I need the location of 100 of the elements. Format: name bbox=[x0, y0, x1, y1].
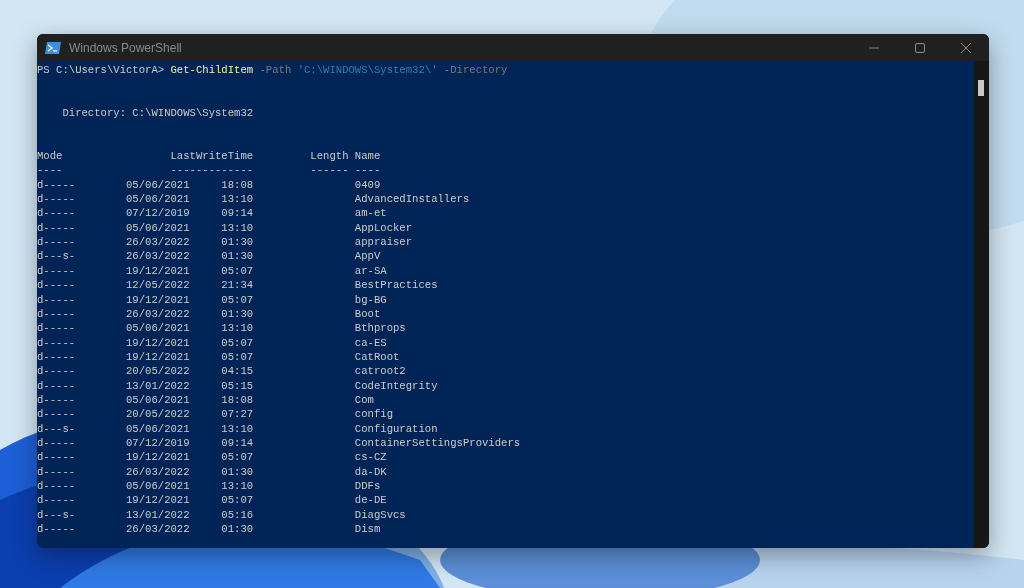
mode-cell: d----- bbox=[37, 379, 76, 392]
mode-cell: d----- bbox=[37, 350, 76, 363]
date-cell: 13/01/2022 bbox=[126, 379, 190, 392]
name-cell: 0409 bbox=[354, 178, 381, 191]
name-cell: Bthprops bbox=[354, 322, 406, 335]
mode-cell: d----- bbox=[37, 451, 76, 464]
time-cell: 01:30 bbox=[221, 523, 254, 535]
date-cell: 26/03/2022 bbox=[126, 307, 190, 320]
date-cell: 05/06/2021 bbox=[126, 193, 190, 206]
mode-cell: d----- bbox=[37, 322, 76, 335]
date-cell: 19/12/2021 bbox=[126, 293, 190, 306]
time-cell: 05:07 bbox=[221, 293, 254, 306]
name-cell: appraiser bbox=[354, 236, 413, 249]
header-rule: ------------- bbox=[170, 164, 254, 177]
scrollbar-thumb[interactable] bbox=[978, 80, 984, 96]
time-cell: 13:10 bbox=[221, 422, 254, 435]
time-cell: 13:10 bbox=[221, 322, 254, 335]
date-cell: 19/12/2021 bbox=[126, 350, 190, 363]
time-cell: 05:07 bbox=[221, 451, 254, 464]
time-cell: 01:30 bbox=[221, 465, 254, 478]
powershell-icon bbox=[45, 41, 61, 54]
time-cell: 01:30 bbox=[221, 250, 254, 263]
mode-cell: d----- bbox=[37, 236, 76, 249]
column-header: Mode bbox=[37, 150, 63, 163]
date-cell: 13/01/2022 bbox=[126, 508, 190, 521]
mode-cell: d----- bbox=[37, 408, 76, 421]
date-cell: 19/12/2021 bbox=[126, 264, 190, 277]
time-cell: 01:30 bbox=[221, 236, 254, 249]
column-header: LastWriteTime bbox=[170, 150, 254, 163]
time-cell: 07:27 bbox=[221, 408, 254, 421]
name-cell: AppLocker bbox=[354, 221, 413, 234]
prompt-text: PS C:\Users\VictorA> bbox=[37, 63, 165, 78]
name-cell: Boot bbox=[354, 307, 381, 320]
close-icon bbox=[961, 42, 971, 53]
mode-cell: d----- bbox=[37, 494, 76, 507]
mode-cell: d---s- bbox=[37, 422, 76, 435]
time-cell: 05:07 bbox=[221, 336, 254, 349]
name-cell: CatRoot bbox=[354, 350, 400, 363]
command-token: -Directory bbox=[443, 63, 508, 78]
mode-cell: d----- bbox=[37, 523, 76, 535]
date-cell: 12/05/2022 bbox=[126, 279, 190, 292]
mode-cell: d----- bbox=[37, 393, 76, 406]
command-token: Get-ChildItem bbox=[170, 63, 254, 78]
date-cell: 05/06/2021 bbox=[126, 393, 190, 406]
command-token: -Path bbox=[259, 63, 292, 78]
name-cell: Dism bbox=[354, 523, 381, 535]
directory-label: Directory: C:\WINDOWS\System32 bbox=[62, 106, 254, 121]
date-cell: 19/12/2021 bbox=[126, 494, 190, 507]
name-cell: ar-SA bbox=[354, 264, 387, 277]
date-cell: 26/03/2022 bbox=[126, 250, 190, 263]
date-cell: 07/12/2019 bbox=[126, 436, 190, 449]
mode-cell: d----- bbox=[37, 479, 76, 492]
date-cell: 05/06/2021 bbox=[126, 322, 190, 335]
mode-cell: d----- bbox=[37, 279, 76, 292]
time-cell: 13:10 bbox=[221, 479, 254, 492]
time-cell: 05:07 bbox=[221, 494, 254, 507]
date-cell: 05/06/2021 bbox=[126, 422, 190, 435]
date-cell: 19/12/2021 bbox=[126, 451, 190, 464]
date-cell: 26/03/2022 bbox=[126, 465, 190, 478]
mode-cell: d----- bbox=[37, 336, 76, 349]
time-cell: 13:10 bbox=[221, 193, 254, 206]
date-cell: 20/05/2022 bbox=[126, 365, 190, 378]
window-title: Windows PowerShell bbox=[69, 39, 182, 57]
date-cell: 05/06/2021 bbox=[126, 178, 190, 191]
time-cell: 05:15 bbox=[221, 379, 254, 392]
name-cell: ca-ES bbox=[354, 336, 387, 349]
name-cell: Com bbox=[354, 393, 374, 406]
time-cell: 21:34 bbox=[221, 279, 254, 292]
mode-cell: d----- bbox=[37, 293, 76, 306]
name-cell: DDFs bbox=[354, 479, 381, 492]
mode-cell: d---s- bbox=[37, 508, 76, 521]
time-cell: 04:15 bbox=[221, 365, 254, 378]
name-cell: am-et bbox=[354, 207, 387, 220]
column-header: Length bbox=[310, 150, 349, 163]
header-rule: ------ bbox=[310, 164, 349, 177]
date-cell: 07/12/2019 bbox=[126, 207, 190, 220]
mode-cell: d----- bbox=[37, 365, 76, 378]
name-cell: CodeIntegrity bbox=[354, 379, 438, 392]
time-cell: 18:08 bbox=[221, 178, 254, 191]
date-cell: 26/03/2022 bbox=[126, 236, 190, 249]
mode-cell: d----- bbox=[37, 193, 76, 206]
name-cell: AppV bbox=[354, 250, 381, 263]
name-cell: DiagSvcs bbox=[354, 508, 406, 521]
maximize-icon bbox=[915, 42, 925, 53]
time-cell: 05:07 bbox=[221, 350, 254, 363]
name-cell: catroot2 bbox=[354, 365, 406, 378]
mode-cell: d----- bbox=[37, 465, 76, 478]
date-cell: 19/12/2021 bbox=[126, 336, 190, 349]
command-token: 'C:\WINDOWS\System32\' bbox=[297, 63, 438, 78]
name-cell: cs-CZ bbox=[354, 451, 387, 464]
mode-cell: d----- bbox=[37, 264, 76, 277]
mode-cell: d----- bbox=[37, 178, 76, 191]
time-cell: 01:30 bbox=[221, 307, 254, 320]
name-cell: da-DK bbox=[354, 465, 387, 478]
date-cell: 05/06/2021 bbox=[126, 479, 190, 492]
date-cell: 05/06/2021 bbox=[126, 221, 190, 234]
name-cell: Configuration bbox=[354, 422, 438, 435]
time-cell: 05:07 bbox=[221, 264, 254, 277]
name-cell: de-DE bbox=[354, 494, 387, 507]
time-cell: 13:10 bbox=[221, 221, 254, 234]
